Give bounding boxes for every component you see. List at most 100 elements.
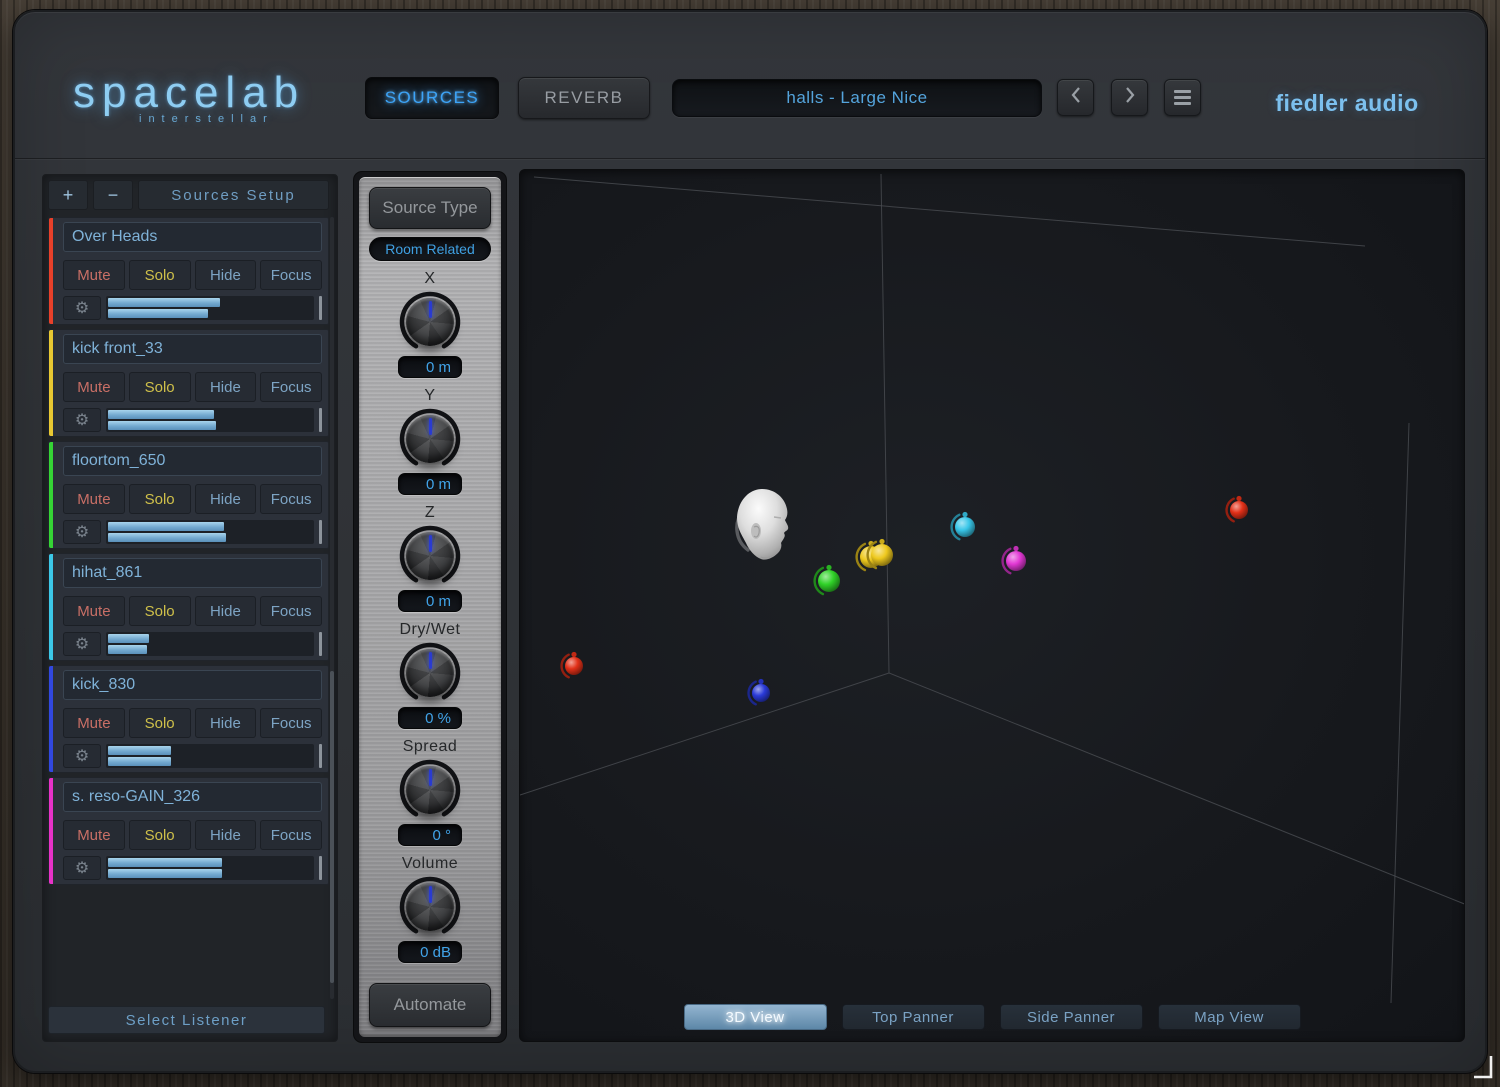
- level-slider[interactable]: [106, 856, 314, 880]
- view-tab-map[interactable]: Map View: [1158, 1004, 1301, 1030]
- preset-previous-button[interactable]: [1057, 79, 1094, 116]
- level-slider[interactable]: [106, 744, 314, 768]
- hide-button[interactable]: Hide: [195, 820, 257, 850]
- solo-button[interactable]: Solo: [129, 596, 191, 626]
- knob-value-display[interactable]: 0 m: [398, 590, 462, 612]
- add-source-button[interactable]: +: [48, 180, 88, 210]
- focus-button[interactable]: Focus: [260, 260, 322, 290]
- solo-button[interactable]: Solo: [129, 260, 191, 290]
- source-sphere-2[interactable]: [810, 562, 848, 600]
- meter-bar-right: [108, 645, 147, 654]
- remove-source-button[interactable]: −: [93, 180, 133, 210]
- focus-button[interactable]: Focus: [260, 708, 322, 738]
- gear-icon: ⚙: [75, 858, 89, 878]
- sources-header: + − Sources Setup: [48, 180, 329, 210]
- view-tab-side-panner[interactable]: Side Panner: [1000, 1004, 1143, 1030]
- hide-button[interactable]: Hide: [195, 484, 257, 514]
- source-settings-button[interactable]: ⚙: [63, 632, 101, 656]
- solo-button[interactable]: Solo: [129, 484, 191, 514]
- room-related-display[interactable]: Room Related: [369, 237, 491, 261]
- level-slider[interactable]: [106, 520, 314, 544]
- scrollbar-thumb[interactable]: [330, 671, 334, 984]
- z-knob[interactable]: [398, 524, 462, 588]
- source-settings-button[interactable]: ⚙: [63, 408, 101, 432]
- preset-selector[interactable]: halls - Large Nice: [672, 79, 1042, 117]
- source-name-field[interactable]: hihat_861: [63, 558, 322, 588]
- focus-button[interactable]: Focus: [260, 596, 322, 626]
- knob-group-y: Y 0 m: [398, 387, 462, 495]
- menu-button[interactable]: [1164, 79, 1201, 116]
- hide-button[interactable]: Hide: [195, 372, 257, 402]
- knob-value-display[interactable]: 0 dB: [398, 941, 462, 963]
- level-slider[interactable]: [106, 632, 314, 656]
- gear-icon: ⚙: [75, 410, 89, 430]
- meter-unity-mark: [319, 408, 322, 432]
- hide-button[interactable]: Hide: [195, 708, 257, 738]
- listener-head[interactable]: [734, 488, 792, 568]
- select-listener-button[interactable]: Select Listener: [48, 1006, 325, 1034]
- hide-button[interactable]: Hide: [195, 596, 257, 626]
- tab-reverb[interactable]: REVERB: [518, 77, 650, 119]
- level-slider[interactable]: [106, 408, 314, 432]
- knob-value-display[interactable]: 0 m: [398, 473, 462, 495]
- source-settings-button[interactable]: ⚙: [63, 296, 101, 320]
- volume-knob[interactable]: [398, 875, 462, 939]
- source-name-field[interactable]: Over Heads: [63, 222, 322, 252]
- meter-bar-right: [108, 309, 208, 318]
- source-card: Over Heads Mute Solo Hide Focus ⚙: [48, 217, 329, 325]
- knob-value-display[interactable]: 0 m: [398, 356, 462, 378]
- solo-button[interactable]: Solo: [129, 372, 191, 402]
- source-sphere-6[interactable]: [998, 543, 1034, 579]
- automate-button[interactable]: Automate: [369, 983, 491, 1027]
- source-sphere-5[interactable]: [947, 509, 983, 545]
- x-knob[interactable]: [398, 290, 462, 354]
- gear-icon: ⚙: [75, 634, 89, 654]
- source-settings-button[interactable]: ⚙: [63, 520, 101, 544]
- preset-next-button[interactable]: [1111, 79, 1148, 116]
- source-name-field[interactable]: floortom_650: [63, 446, 322, 476]
- view-tab-top-panner[interactable]: Top Panner: [842, 1004, 985, 1030]
- knob-label: X: [424, 270, 435, 289]
- knob-group-x: X 0 m: [398, 270, 462, 378]
- source-name-field[interactable]: kick_830: [63, 670, 322, 700]
- knob-group-spread: Spread 0 °: [398, 738, 462, 846]
- mute-button[interactable]: Mute: [63, 820, 125, 850]
- focus-button[interactable]: Focus: [260, 820, 322, 850]
- knob-label: Z: [425, 504, 435, 523]
- knob-value-display[interactable]: 0 °: [398, 824, 462, 846]
- knob-value-display[interactable]: 0 %: [398, 707, 462, 729]
- 3d-viewport[interactable]: 3D View Top Panner Side Panner Map View: [519, 169, 1465, 1042]
- y-knob[interactable]: [398, 407, 462, 471]
- view-tab-3d[interactable]: 3D View: [684, 1004, 827, 1030]
- solo-button[interactable]: Solo: [129, 820, 191, 850]
- mute-button[interactable]: Mute: [63, 484, 125, 514]
- level-slider[interactable]: [106, 296, 314, 320]
- solo-button[interactable]: Solo: [129, 708, 191, 738]
- hide-button[interactable]: Hide: [195, 260, 257, 290]
- source-name-field[interactable]: kick front_33: [63, 334, 322, 364]
- source-name-field[interactable]: s. reso-GAIN_326: [63, 782, 322, 812]
- sources-scrollbar[interactable]: [330, 217, 334, 999]
- tab-sources[interactable]: SOURCES: [365, 77, 499, 119]
- mute-button[interactable]: Mute: [63, 596, 125, 626]
- focus-button[interactable]: Focus: [260, 372, 322, 402]
- source-sphere-0[interactable]: [557, 649, 591, 683]
- hamburger-icon: [1174, 90, 1191, 105]
- resize-handle-icon[interactable]: [1464, 1051, 1494, 1079]
- source-type-button[interactable]: Source Type: [369, 187, 491, 229]
- drywet-knob[interactable]: [398, 641, 462, 705]
- source-sphere-4[interactable]: [863, 536, 901, 574]
- source-sphere-1[interactable]: [744, 676, 778, 710]
- source-card: kick front_33 Mute Solo Hide Focus ⚙: [48, 329, 329, 437]
- knob-pointer: [406, 532, 454, 580]
- source-settings-button[interactable]: ⚙: [63, 856, 101, 880]
- mute-button[interactable]: Mute: [63, 372, 125, 402]
- source-sphere-7[interactable]: [1222, 493, 1256, 527]
- mute-button[interactable]: Mute: [63, 708, 125, 738]
- source-color-stripe: [49, 442, 53, 548]
- spread-knob[interactable]: [398, 758, 462, 822]
- mute-button[interactable]: Mute: [63, 260, 125, 290]
- focus-button[interactable]: Focus: [260, 484, 322, 514]
- source-card: s. reso-GAIN_326 Mute Solo Hide Focus ⚙: [48, 777, 329, 885]
- source-settings-button[interactable]: ⚙: [63, 744, 101, 768]
